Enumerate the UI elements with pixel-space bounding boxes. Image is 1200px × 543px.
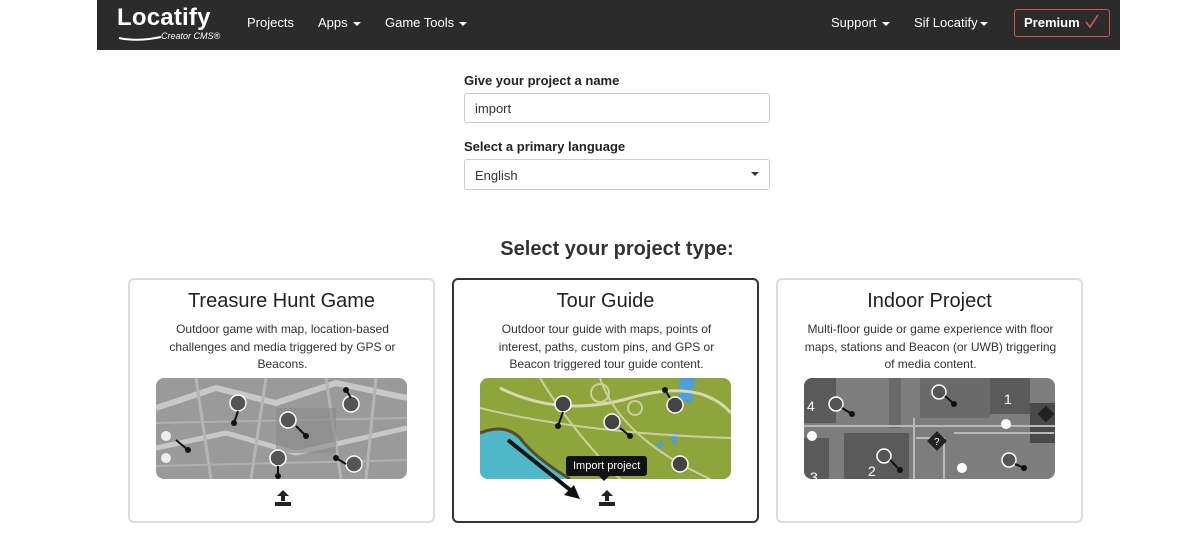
nav-apps[interactable]: Apps bbox=[318, 15, 361, 30]
language-label: Select a primary language bbox=[464, 139, 626, 154]
nav-user-label: Sif Locatify bbox=[914, 15, 978, 30]
check-icon bbox=[1085, 14, 1099, 29]
caret-down-icon bbox=[352, 21, 361, 26]
upload-icon[interactable] bbox=[598, 489, 616, 507]
floor-number-label: 2 bbox=[868, 463, 876, 479]
nav-game-tools-label: Game Tools bbox=[385, 15, 455, 30]
card-title: Indoor Project bbox=[867, 290, 992, 312]
card-description: Outdoor game with map, location-based ch… bbox=[169, 322, 396, 371]
brand-name: Locatify bbox=[117, 4, 211, 31]
project-type-card-tour-guide[interactable]: Tour Guide Outdoor tour guide with maps,… bbox=[452, 278, 759, 523]
project-name-input[interactable] bbox=[464, 93, 770, 123]
nav-support-label: Support bbox=[831, 15, 877, 30]
nav-game-tools[interactable]: Game Tools bbox=[385, 15, 468, 30]
brand-logo[interactable]: Locatify Creator CMS® bbox=[117, 4, 227, 46]
nav-apps-label: Apps bbox=[318, 15, 348, 30]
caret-down-icon bbox=[979, 21, 988, 26]
card-description: Outdoor tour guide with maps, points of … bbox=[498, 322, 715, 371]
section-title: Select your project type: bbox=[500, 238, 734, 260]
upload-icon[interactable] bbox=[274, 489, 292, 507]
caret-down-icon bbox=[459, 21, 468, 26]
tooltip-arrow bbox=[599, 476, 609, 481]
nav-user-menu[interactable]: Sif Locatify bbox=[914, 15, 988, 30]
floor-number-label: 3 bbox=[810, 469, 818, 479]
card-title: Treasure Hunt Game bbox=[187, 290, 376, 312]
card-title: Tour Guide bbox=[556, 290, 655, 312]
indoor-floor-map-image: ? 4 1 2 3 bbox=[804, 378, 1055, 479]
svg-text:?: ? bbox=[934, 437, 940, 448]
project-type-card-indoor[interactable]: Indoor Project Multi-floor guide or game… bbox=[776, 278, 1083, 523]
project-name-label: Give your project a name bbox=[464, 73, 620, 88]
project-type-card-treasure-hunt[interactable]: Treasure Hunt Game Outdoor game with map… bbox=[128, 278, 435, 523]
language-select[interactable]: English bbox=[464, 159, 770, 190]
caret-down-icon bbox=[751, 172, 759, 176]
floor-number-label: 4 bbox=[807, 398, 815, 414]
card-description: Multi-floor guide or game experience wit… bbox=[804, 322, 1057, 371]
nav-projects[interactable]: Projects bbox=[247, 15, 294, 30]
premium-label: Premium bbox=[1024, 15, 1080, 30]
floor-number-label: 1 bbox=[1004, 391, 1012, 407]
nav-support[interactable]: Support bbox=[831, 15, 890, 30]
caret-down-icon bbox=[881, 21, 890, 26]
premium-button[interactable]: Premium bbox=[1014, 9, 1110, 37]
treasure-hunt-map-image bbox=[156, 378, 407, 479]
swoosh-icon bbox=[118, 36, 162, 41]
pointer-arrow-icon bbox=[506, 438, 580, 499]
brand-subtitle: Creator CMS® bbox=[161, 31, 221, 41]
top-navbar: Locatify Creator CMS® Projects Apps Game… bbox=[97, 0, 1120, 50]
language-selected-value: English bbox=[475, 168, 518, 183]
